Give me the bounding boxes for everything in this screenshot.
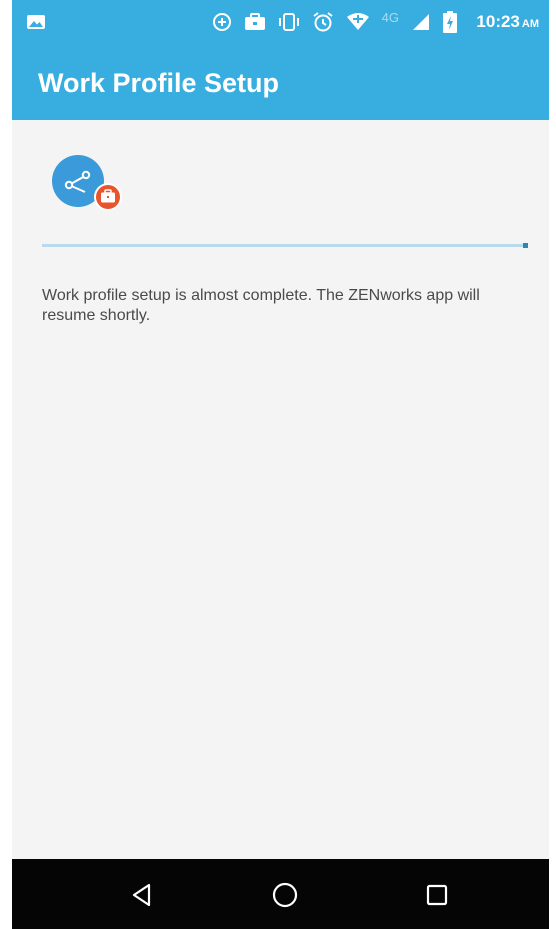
page-title: Work Profile Setup (38, 68, 280, 98)
clock-time: 10:23 (476, 12, 520, 31)
screen: 4G 10:23 AM Work Profile Setup Work prof… (12, 0, 549, 929)
briefcase-icon (244, 12, 266, 32)
alarm-icon (312, 11, 334, 33)
status-bar: 4G 10:23 AM (12, 0, 549, 48)
home-button[interactable] (267, 877, 303, 913)
back-icon (132, 883, 151, 907)
app-bar: Work Profile Setup (12, 48, 549, 120)
data-saver-icon (212, 12, 232, 32)
home-icon (272, 882, 298, 908)
wifi-icon (346, 12, 370, 32)
status-clock: 10:23 AM (476, 12, 539, 32)
setup-progress-indicator (523, 243, 528, 248)
vibrate-icon (278, 12, 300, 32)
gallery-icon (26, 12, 46, 32)
setup-progress-fill (42, 244, 524, 247)
navigation-bar (12, 859, 549, 929)
cell-signal-icon (411, 12, 431, 32)
recents-button[interactable] (419, 877, 455, 913)
work-badge-icon (94, 183, 122, 211)
network-type-label: 4G (381, 9, 399, 25)
setup-progress-bar (42, 243, 528, 248)
setup-status-message: Work profile setup is almost complete. T… (42, 287, 480, 324)
clock-ampm: AM (521, 18, 539, 30)
recents-icon (426, 884, 448, 906)
status-icons: 4G (212, 10, 457, 34)
back-button[interactable] (124, 877, 160, 913)
battery-charging-icon (443, 11, 457, 33)
work-profile-icon (52, 155, 122, 217)
